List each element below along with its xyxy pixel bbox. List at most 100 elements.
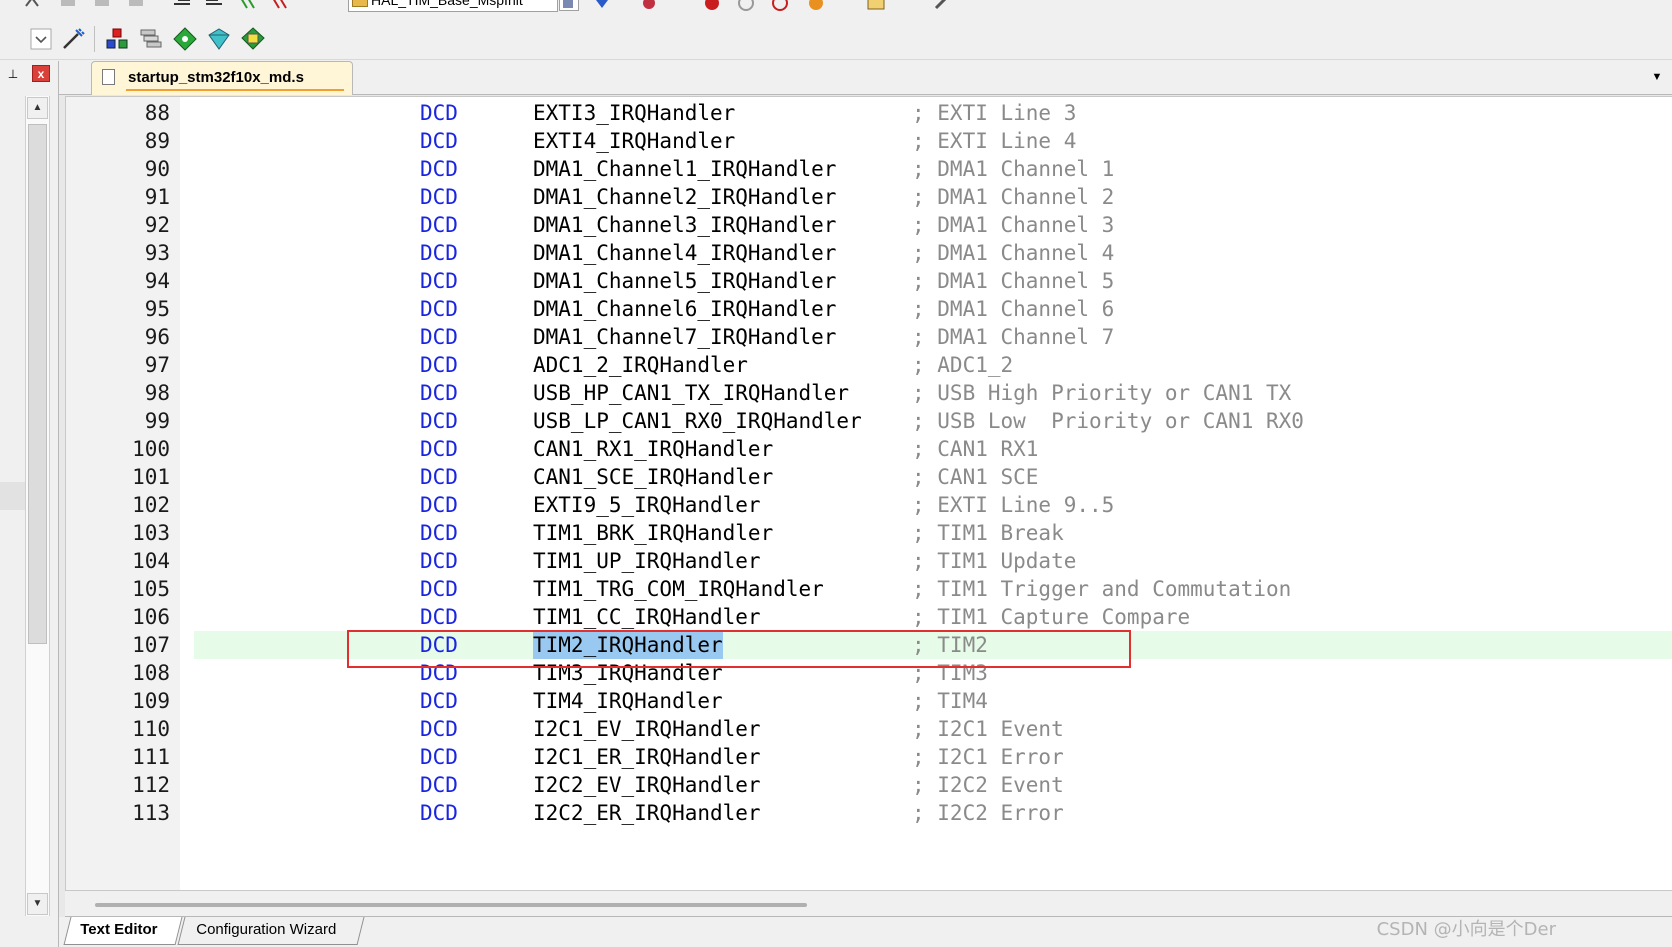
directive-keyword: DCD <box>420 493 458 517</box>
code-comment: ; TIM3 <box>912 661 988 685</box>
line-number: 106 <box>132 605 170 629</box>
find-icon[interactable] <box>560 0 580 12</box>
wrench-icon[interactable] <box>932 0 952 12</box>
code-line[interactable]: 89 DCD EXTI4_IRQHandler ; EXTI Line 4 <box>66 127 1672 155</box>
indent-icon[interactable] <box>172 0 192 12</box>
code-comment: ; DMA1 Channel 5 <box>912 269 1115 293</box>
scroll-down-icon[interactable]: ▼ <box>27 893 48 915</box>
handler-name: I2C1_EV_IRQHandler <box>533 717 761 741</box>
dropdown-icon[interactable] <box>30 28 52 50</box>
unindent-icon[interactable] <box>204 0 224 12</box>
directive-keyword: DCD <box>420 437 458 461</box>
code-line[interactable]: 112 DCD I2C2_EV_IRQHandler ; I2C2 Event <box>66 771 1672 799</box>
code-comment: ; DMA1 Channel 6 <box>912 297 1115 321</box>
undo-icon[interactable] <box>22 0 42 12</box>
directive-keyword: DCD <box>420 325 458 349</box>
vertical-scrollbar[interactable]: ▲ ▼ <box>25 96 50 916</box>
line-number: 97 <box>144 353 170 377</box>
code-comment: ; DMA1 Channel 4 <box>912 241 1115 265</box>
directive-keyword: DCD <box>420 465 458 489</box>
line-number: 112 <box>132 773 170 797</box>
code-line[interactable]: 106 DCD TIM1_CC_IRQHandler ; TIM1 Capture C… <box>66 603 1672 631</box>
toolbar-build <box>0 18 1672 60</box>
handler-name: DMA1_Channel6_IRQHandler <box>533 297 837 321</box>
rte-icon[interactable] <box>240 26 266 52</box>
books-icon[interactable] <box>138 26 164 52</box>
code-comment: ; ADC1_2 <box>912 353 1014 377</box>
search-icon[interactable] <box>640 0 660 12</box>
pack-installer-icon[interactable] <box>206 26 232 52</box>
code-line[interactable]: 95 DCD DMA1_Channel6_IRQHandler ; DMA1 Chan… <box>66 295 1672 323</box>
bookmark-prev-icon[interactable] <box>58 0 78 12</box>
code-line[interactable]: 102 DCD EXTI9_5_IRQHandler ; EXTI Line 9..5 <box>66 491 1672 519</box>
breakpoint-icon[interactable] <box>702 0 722 12</box>
breakpoint-disabled-icon[interactable] <box>736 0 756 12</box>
horizontal-scrollbar[interactable] <box>65 891 1672 917</box>
code-line-current[interactable]: 107 DCD TIM2_IRQHandler ; TIM2 <box>66 631 1672 659</box>
code-line[interactable]: 111 DCD I2C1_ER_IRQHandler ; I2C1 Error <box>66 743 1672 771</box>
target-select[interactable]: HAL_TIM_Base_MspInit <box>348 0 579 12</box>
code-comment: ; TIM1 Capture Compare <box>912 605 1191 629</box>
handler-name: TIM3_IRQHandler <box>533 661 723 685</box>
tab-label: startup_stm32f10x_md.s <box>128 69 304 86</box>
options-wand-icon[interactable] <box>60 26 86 52</box>
pin-icon[interactable]: ⊥ <box>6 67 20 81</box>
code-line[interactable]: 104 DCD TIM1_UP_IRQHandler ; TIM1 Update <box>66 547 1672 575</box>
tab-configuration-wizard[interactable]: Configuration Wizard <box>177 917 365 945</box>
directive-keyword: DCD <box>420 157 458 181</box>
scroll-thumb[interactable] <box>28 124 47 644</box>
code-line[interactable]: 88 DCD EXTI3_IRQHandler ; EXTI Line 3 <box>66 99 1672 127</box>
code-line[interactable]: 90 DCD DMA1_Channel1_IRQHandler ; DMA1 Chan… <box>66 155 1672 183</box>
line-number: 109 <box>132 689 170 713</box>
line-number: 105 <box>132 577 170 601</box>
code-line[interactable]: 97 DCD ADC1_2_IRQHandler ; ADC1_2 <box>66 351 1672 379</box>
bookmark-clear-icon[interactable] <box>126 0 146 12</box>
manage-project-icon[interactable] <box>104 26 130 52</box>
code-line[interactable]: 113 DCD I2C2_ER_IRQHandler ; I2C2 Error <box>66 799 1672 827</box>
directive-keyword: DCD <box>420 521 458 545</box>
code-line[interactable]: 109 DCD TIM4_IRQHandler ; TIM4 <box>66 687 1672 715</box>
window-layout-icon[interactable] <box>866 0 886 12</box>
code-line[interactable]: 96 DCD DMA1_Channel7_IRQHandler ; DMA1 Chan… <box>66 323 1672 351</box>
code-comment: ; DMA1 Channel 3 <box>912 213 1115 237</box>
breakpoint-clear-icon[interactable] <box>770 0 790 12</box>
close-icon[interactable]: x <box>32 65 50 82</box>
code-line[interactable]: 103 DCD TIM1_BRK_IRQHandler ; TIM1 Break <box>66 519 1672 547</box>
directive-keyword: DCD <box>420 297 458 321</box>
directive-keyword: DCD <box>420 745 458 769</box>
handler-name: DMA1_Channel7_IRQHandler <box>533 325 837 349</box>
code-line[interactable]: 93 DCD DMA1_Channel4_IRQHandler ; DMA1 Chan… <box>66 239 1672 267</box>
code-line[interactable]: 105 DCD TIM1_TRG_COM_IRQHandler ; TIM1 Trig… <box>66 575 1672 603</box>
code-line[interactable]: 99 DCD USB_LP_CAN1_RX0_IRQHandler ; USB Low… <box>66 407 1672 435</box>
code-line[interactable]: 94 DCD DMA1_Channel5_IRQHandler ; DMA1 Chan… <box>66 267 1672 295</box>
tab-startup-file[interactable]: startup_stm32f10x_md.s <box>91 61 353 95</box>
code-line[interactable]: 98 DCD USB_HP_CAN1_TX_IRQHandler ; USB High… <box>66 379 1672 407</box>
horizontal-scroll-thumb[interactable] <box>95 903 807 907</box>
handler-name: DMA1_Channel2_IRQHandler <box>533 185 837 209</box>
code-line[interactable]: 101 DCD CAN1_SCE_IRQHandler ; CAN1 SCE <box>66 463 1672 491</box>
code-line[interactable]: 110 DCD I2C1_EV_IRQHandler ; I2C1 Event <box>66 715 1672 743</box>
code-line[interactable]: 92 DCD DMA1_Channel3_IRQHandler ; DMA1 Chan… <box>66 211 1672 239</box>
scroll-up-icon[interactable]: ▲ <box>27 97 48 119</box>
code-comment: ; CAN1 RX1 <box>912 437 1039 461</box>
handler-name: ADC1_2_IRQHandler <box>533 353 748 377</box>
breakpoint-kill-icon[interactable] <box>806 0 826 12</box>
code-line[interactable]: 108 DCD TIM3_IRQHandler ; TIM3 <box>66 659 1672 687</box>
bookmark-next-icon[interactable] <box>92 0 112 12</box>
arrow-down-icon[interactable] <box>592 0 612 12</box>
code-line[interactable]: 100 DCD CAN1_RX1_IRQHandler ; CAN1 RX1 <box>66 435 1672 463</box>
code-editor[interactable]: 88 DCD EXTI3_IRQHandler ; EXTI Line 3 89 DCD E… <box>65 96 1672 891</box>
line-number: 93 <box>144 241 170 265</box>
tab-text-editor[interactable]: Text Editor <box>63 917 183 945</box>
target-name: HAL_TIM_Base_MspInit <box>371 0 523 8</box>
comment-icon[interactable] <box>238 0 258 12</box>
tab-list-dropdown-icon[interactable]: ▼ <box>1651 71 1663 83</box>
code-line[interactable]: 91 DCD DMA1_Channel2_IRQHandler ; DMA1 Chan… <box>66 183 1672 211</box>
handler-name: I2C2_EV_IRQHandler <box>533 773 761 797</box>
code-comment: ; I2C1 Error <box>912 745 1064 769</box>
code-comment: ; I2C2 Event <box>912 773 1064 797</box>
uncomment-icon[interactable] <box>270 0 290 12</box>
code-comment: ; EXTI Line 4 <box>912 129 1077 153</box>
toolbar-separator <box>94 26 95 52</box>
green-diamond-icon[interactable] <box>172 26 198 52</box>
